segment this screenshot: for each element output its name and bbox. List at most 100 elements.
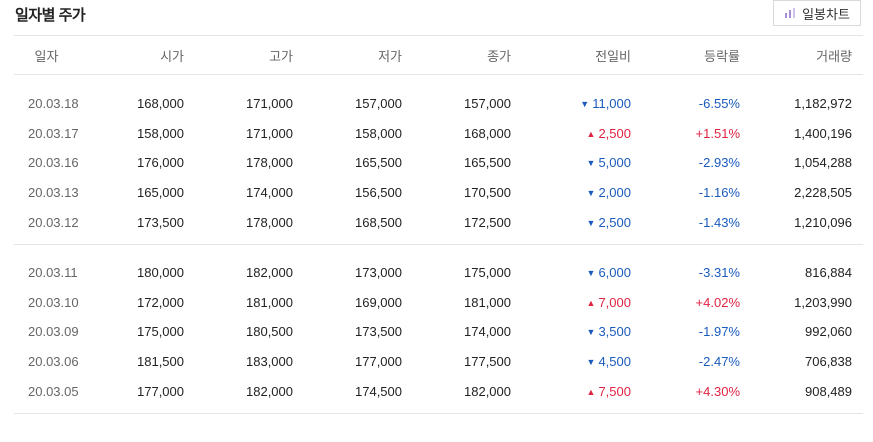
rate-cell: -6.55% <box>698 96 740 112</box>
close-cell: 172,500 <box>464 214 511 230</box>
rate-cell: -2.93% <box>698 155 740 171</box>
table-row: 20.03.16 176,000 178,000 165,500 165,500 ▼ 5,0… <box>14 148 863 178</box>
date-cell: 20.03.12 <box>28 214 79 230</box>
open-cell: 158,000 <box>137 125 184 141</box>
down-arrow-icon: ▼ <box>586 217 596 228</box>
volume-cell: 816,884 <box>805 265 852 281</box>
change-value: 7,000 <box>598 294 631 310</box>
high-cell: 171,000 <box>246 96 293 112</box>
high-cell: 178,000 <box>246 155 293 171</box>
row-group: 20.03.11 180,000 182,000 173,000 175,000 ▼ 6,0… <box>14 245 863 414</box>
change-cell: ▼ 6,000 <box>511 265 631 280</box>
open-cell: 175,000 <box>137 324 184 340</box>
open-cell: 180,000 <box>137 265 184 281</box>
open-cell: 177,000 <box>137 383 184 399</box>
low-cell: 173,000 <box>355 265 402 281</box>
change-value: 5,000 <box>598 155 631 171</box>
rate-cell: -1.97% <box>698 324 740 340</box>
low-cell: 168,500 <box>355 214 402 230</box>
date-cell: 20.03.13 <box>28 185 79 201</box>
close-cell: 168,000 <box>464 125 511 141</box>
table-row: 20.03.06 181,500 183,000 177,000 177,500 ▼ 4,5… <box>14 347 863 377</box>
close-cell: 175,000 <box>464 265 511 281</box>
date-cell: 20.03.09 <box>28 324 79 340</box>
change-cell: ▲ 7,000 <box>511 295 631 310</box>
high-cell: 182,000 <box>246 383 293 399</box>
change-value: 6,000 <box>598 265 631 281</box>
header-rate: 등락률 <box>704 48 740 64</box>
daily-chart-button[interactable]: 일봉차트 <box>773 0 861 26</box>
volume-cell: 1,400,196 <box>794 125 852 141</box>
open-cell: 176,000 <box>137 155 184 171</box>
low-cell: 177,000 <box>355 354 402 370</box>
header-date: 일자 <box>34 48 59 64</box>
change-cell: ▼ 2,000 <box>511 185 631 200</box>
volume-cell: 908,489 <box>805 383 852 399</box>
volume-cell: 1,203,990 <box>794 294 852 310</box>
change-cell: ▼ 2,500 <box>511 215 631 230</box>
row-group: 20.03.18 168,000 171,000 157,000 157,000 ▼ 11,… <box>14 75 863 245</box>
header-change: 전일비 <box>595 48 631 64</box>
date-cell: 20.03.10 <box>28 294 79 310</box>
down-arrow-icon: ▼ <box>586 357 596 368</box>
table-row: 20.03.09 175,000 180,500 173,500 174,000 ▼ 3,5… <box>14 317 863 347</box>
open-cell: 165,000 <box>137 185 184 201</box>
change-value: 11,000 <box>592 96 631 112</box>
open-cell: 173,500 <box>137 214 184 230</box>
date-cell: 20.03.18 <box>28 96 79 112</box>
volume-cell: 2,228,505 <box>794 185 852 201</box>
volume-cell: 992,060 <box>805 324 852 340</box>
down-arrow-icon: ▼ <box>580 99 590 110</box>
date-cell: 20.03.06 <box>28 354 79 370</box>
change-value: 3,500 <box>598 324 631 340</box>
close-cell: 177,500 <box>464 354 511 370</box>
close-cell: 181,000 <box>464 294 511 310</box>
high-cell: 182,000 <box>246 265 293 281</box>
close-cell: 174,000 <box>464 324 511 340</box>
table-header: 일자 시가 고가 저가 종가 전일비 등락률 거래량 <box>14 35 863 75</box>
close-cell: 157,000 <box>464 96 511 112</box>
up-arrow-icon: ▲ <box>586 297 596 308</box>
change-value: 2,000 <box>598 185 631 201</box>
change-cell: ▲ 7,500 <box>511 384 631 399</box>
volume-cell: 1,210,096 <box>794 214 852 230</box>
header-close: 종가 <box>487 48 511 64</box>
daily-chart-label: 일봉차트 <box>802 6 850 22</box>
daily-price-table: 일자 시가 고가 저가 종가 전일비 등락률 거래량 20.03.18 168,0… <box>14 35 863 414</box>
table-row: 20.03.11 180,000 182,000 173,000 175,000 ▼ 6,0… <box>14 258 863 288</box>
header-low: 저가 <box>378 48 402 64</box>
down-arrow-icon: ▼ <box>586 327 596 338</box>
rate-cell: +1.51% <box>695 125 740 141</box>
table-body: 20.03.18 168,000 171,000 157,000 157,000 ▼ 11,… <box>14 75 863 414</box>
low-cell: 173,500 <box>355 324 402 340</box>
rate-cell: -1.16% <box>698 185 740 201</box>
change-value: 2,500 <box>598 125 631 141</box>
change-cell: ▼ 11,000 <box>511 96 631 111</box>
low-cell: 157,000 <box>355 96 402 112</box>
table-row: 20.03.05 177,000 182,000 174,500 182,000 ▲ 7,5… <box>14 376 863 406</box>
low-cell: 174,500 <box>355 383 402 399</box>
low-cell: 156,500 <box>355 185 402 201</box>
date-cell: 20.03.16 <box>28 155 79 171</box>
change-cell: ▼ 4,500 <box>511 354 631 369</box>
volume-cell: 1,182,972 <box>794 96 852 112</box>
volume-cell: 1,054,288 <box>794 155 852 171</box>
header-open: 시가 <box>160 48 184 64</box>
rate-cell: +4.02% <box>695 294 740 310</box>
high-cell: 171,000 <box>246 125 293 141</box>
open-cell: 168,000 <box>137 96 184 112</box>
up-arrow-icon: ▲ <box>586 128 596 139</box>
rate-cell: +4.30% <box>695 383 740 399</box>
rate-cell: -2.47% <box>698 354 740 370</box>
rate-cell: -3.31% <box>698 265 740 281</box>
open-cell: 181,500 <box>137 354 184 370</box>
low-cell: 169,000 <box>355 294 402 310</box>
open-cell: 172,000 <box>137 294 184 310</box>
up-arrow-icon: ▲ <box>586 386 596 397</box>
change-cell: ▼ 3,500 <box>511 324 631 339</box>
high-cell: 180,500 <box>246 324 293 340</box>
close-cell: 165,500 <box>464 155 511 171</box>
change-cell: ▲ 2,500 <box>511 126 631 141</box>
high-cell: 181,000 <box>246 294 293 310</box>
table-row: 20.03.13 165,000 174,000 156,500 170,500 ▼ 2,0… <box>14 178 863 208</box>
